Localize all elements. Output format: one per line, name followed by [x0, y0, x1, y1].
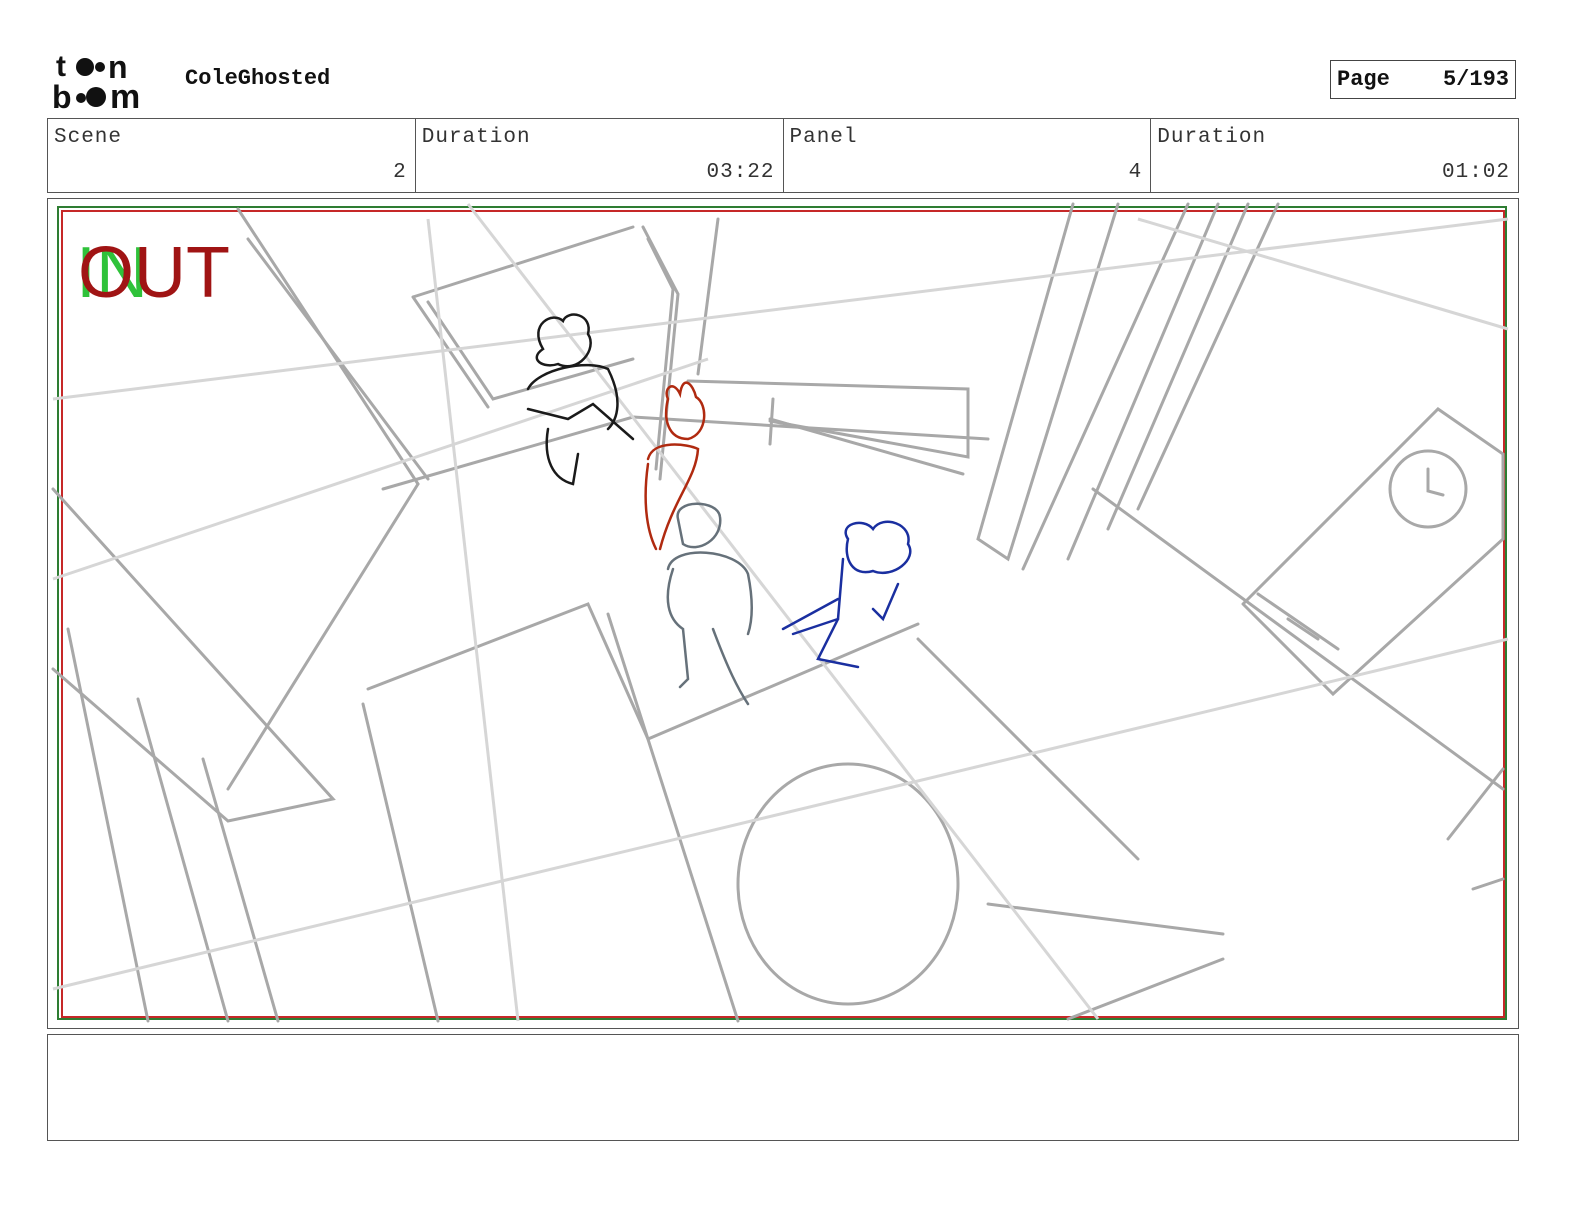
panel-sketch [51, 202, 1509, 1023]
panel-cell: Panel 4 [784, 119, 1152, 192]
scene-value: 2 [393, 161, 407, 184]
page-number: 5/193 [1442, 67, 1509, 92]
scene-label: Scene [54, 126, 123, 149]
panel-label: Panel [789, 126, 858, 149]
panel-value: 4 [1128, 161, 1143, 184]
panel-duration-cell: Duration 01:02 [1151, 119, 1518, 192]
panel-info-row: Scene 2 Duration 03:22 Panel 4 Duration … [47, 118, 1519, 193]
out-marker: OUT [78, 233, 230, 313]
scene-duration-value: 03:22 [706, 161, 775, 184]
page-label: Page [1337, 67, 1390, 92]
panel-duration-value: 01:02 [1441, 161, 1510, 184]
project-title: ColeGhosted [185, 66, 331, 91]
storyboard-panel: IN OUT [47, 198, 1519, 1029]
panel-duration-label: Duration [1157, 126, 1267, 149]
toon-boom-logo: t n b m [52, 50, 140, 112]
panel-notes[interactable] [47, 1034, 1519, 1141]
in-out-marker: IN OUT [76, 233, 246, 313]
svg-text:m: m [110, 78, 140, 112]
svg-text:b: b [52, 79, 72, 112]
page-indicator: Page 5/193 [1330, 60, 1516, 99]
scene-duration-label: Duration [421, 126, 531, 149]
scene-duration-cell: Duration 03:22 [416, 119, 784, 192]
scene-cell: Scene 2 [48, 119, 416, 192]
